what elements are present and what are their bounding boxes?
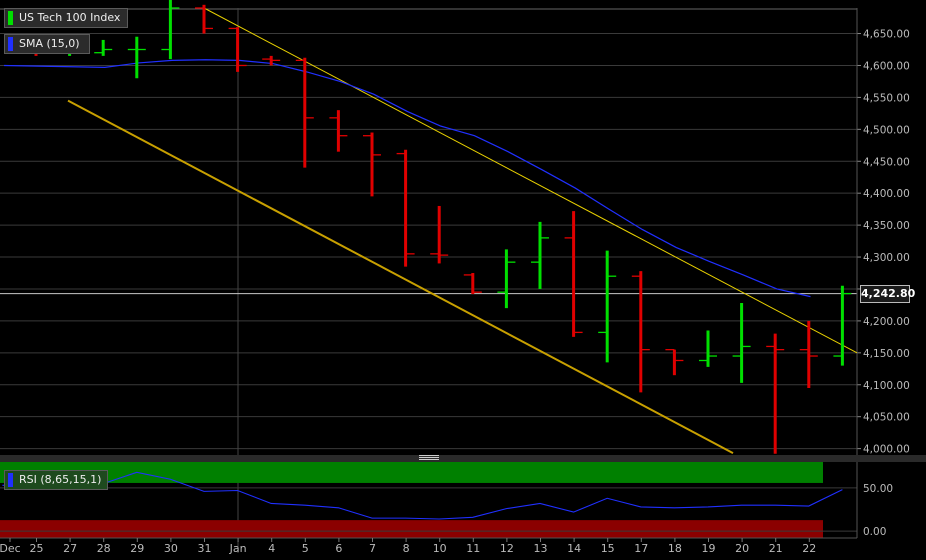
panel-splitter [0, 455, 926, 462]
x-tick-label: 30 [164, 542, 178, 555]
x-tick-label: 19 [702, 542, 716, 555]
rsi-label: RSI (8,65,15,1) [19, 473, 102, 486]
x-tick-label: 29 [130, 542, 144, 555]
price-tick-label: 4,000.00 [863, 444, 910, 456]
x-tick-label: 18 [668, 542, 682, 555]
price-tick-label: 4,100.00 [863, 380, 910, 392]
legend-swatch-sma [8, 37, 13, 51]
legend-sma[interactable]: SMA (15,0) [4, 34, 90, 54]
rsi-tick-label: 50.00 [863, 483, 893, 495]
legend-instrument[interactable]: US Tech 100 Index [4, 8, 128, 28]
last-price-tag: 4,242.80 [860, 285, 915, 303]
x-tick-label: 14 [567, 542, 581, 555]
x-tick-label: 15 [601, 542, 615, 555]
x-tick-label: 8 [403, 542, 410, 555]
price-tick-label: 4,200.00 [863, 316, 910, 328]
price-tick-label: 4,600.00 [863, 60, 910, 72]
x-tick-label: 21 [769, 542, 783, 555]
rsi-tick-label: 0.00 [863, 526, 886, 538]
legend-swatch-up [8, 11, 13, 25]
panel-splitter-handle[interactable] [419, 455, 439, 462]
chart-stage: 4,000.00 4,050.00 4,100.00 4,150.00 4,200.00… [0, 0, 926, 560]
x-tick-label: 5 [302, 542, 309, 555]
sma-label: SMA (15,0) [19, 37, 80, 50]
x-tick-label: 27 [63, 542, 77, 555]
price-tick-label: 4,300.00 [863, 252, 910, 264]
x-tick-label: 10 [433, 542, 447, 555]
x-tick-label: 7 [369, 542, 376, 555]
price-tick-label: 4,050.00 [863, 412, 910, 424]
x-tick-label: 6 [335, 542, 342, 555]
x-tick-label: 13 [534, 542, 548, 555]
legend-swatch-rsi [8, 473, 13, 487]
splitter-grip-line [419, 459, 439, 460]
instrument-title: US Tech 100 Index [19, 11, 121, 24]
price-tick-label: 4,500.00 [863, 124, 910, 136]
x-tick-label: 25 [30, 542, 44, 555]
x-tick-label: 20 [735, 542, 749, 555]
price-tick-label: 4,650.00 [863, 29, 910, 41]
splitter-grip-line [419, 457, 439, 458]
x-tick-label: 4 [268, 542, 275, 555]
legend-rsi[interactable]: RSI (8,65,15,1) [4, 470, 108, 490]
x-tick-label: 11 [466, 542, 480, 555]
x-tick-label: 31 [198, 542, 212, 555]
x-tick-label: Dec [0, 542, 21, 555]
x-tick-label: 28 [97, 542, 111, 555]
rsi-oversold-zone [0, 520, 823, 538]
rsi-overbought-zone [0, 462, 823, 483]
x-tick-label: 12 [500, 542, 514, 555]
price-tick-label: 4,350.00 [863, 220, 910, 232]
price-tick-label: 4,550.00 [863, 92, 910, 104]
price-tick-label: 4,400.00 [863, 188, 910, 200]
price-tick-label: 4,450.00 [863, 156, 910, 168]
x-tick-label: Jan [229, 542, 247, 555]
price-tick-label: 4,150.00 [863, 348, 910, 360]
splitter-grip-line [419, 455, 439, 456]
x-tick-label: 17 [634, 542, 648, 555]
x-tick-label: 22 [802, 542, 816, 555]
